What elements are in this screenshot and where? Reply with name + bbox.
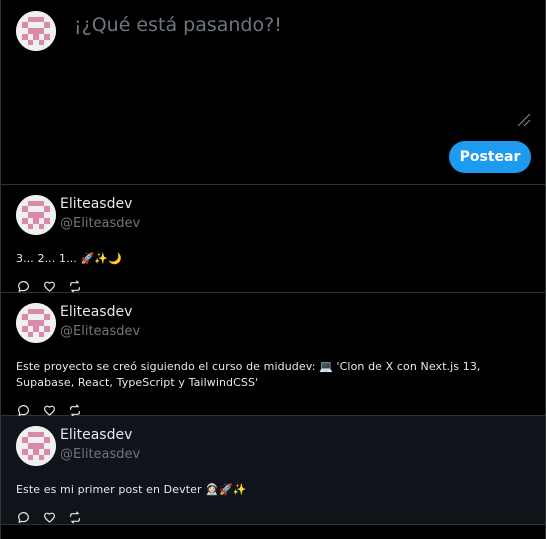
comment-button[interactable] (16, 510, 30, 524)
author-name[interactable]: Eliteasdev (60, 426, 140, 444)
heart-icon (43, 405, 55, 416)
author-handle[interactable]: @Eliteasdev (60, 446, 140, 464)
identicon-icon (16, 303, 56, 343)
post-actions (16, 279, 530, 293)
post-avatar[interactable] (16, 303, 56, 343)
post-avatar[interactable] (16, 426, 56, 466)
heart-icon (43, 281, 55, 292)
post-text: Este proyecto se creó siguiendo el curso… (16, 360, 481, 389)
post-actions (16, 510, 530, 524)
comment-icon (17, 404, 29, 416)
post-author: Eliteasdev @Eliteasdev (60, 426, 140, 464)
like-button[interactable] (42, 510, 56, 524)
post-item: Eliteasdev @Eliteasdev Este es mi primer… (1, 416, 545, 525)
repost-icon (70, 403, 80, 417)
post-textarea-placeholder: ¡¿Qué está pasando?! (74, 14, 282, 36)
post-avatar[interactable] (16, 195, 56, 235)
post-composer: ¡¿Qué está pasando?! Postear (1, 0, 545, 185)
comment-icon (17, 511, 29, 523)
post-author: Eliteasdev @Eliteasdev (60, 195, 140, 233)
author-name[interactable]: Eliteasdev (60, 195, 140, 213)
repost-button[interactable] (68, 279, 82, 293)
post-text: Este es mi primer post en Devter 👩🏻‍🚀🚀✨ (16, 483, 247, 496)
post-header: Eliteasdev @Eliteasdev (16, 195, 530, 235)
like-button[interactable] (42, 403, 56, 417)
like-button[interactable] (42, 279, 56, 293)
post-button[interactable]: Postear (449, 141, 531, 173)
repost-button[interactable] (68, 510, 82, 524)
identicon-icon (16, 195, 56, 235)
post-header: Eliteasdev @Eliteasdev (16, 426, 530, 466)
post-author: Eliteasdev @Eliteasdev (60, 303, 140, 341)
repost-button[interactable] (68, 403, 82, 417)
identicon-icon (16, 426, 56, 466)
author-handle[interactable]: @Eliteasdev (60, 215, 140, 233)
repost-icon (70, 279, 80, 293)
author-handle[interactable]: @Eliteasdev (60, 323, 140, 341)
post-item: Eliteasdev @Eliteasdev 3... 2... 1... 🚀✨… (1, 185, 545, 293)
comment-icon (17, 280, 29, 292)
resize-grip-icon[interactable] (515, 111, 531, 127)
identicon-icon (16, 11, 56, 51)
comment-button[interactable] (16, 403, 30, 417)
repost-icon (70, 510, 80, 524)
post-item: Eliteasdev @Eliteasdev Este proyecto se … (1, 293, 545, 417)
comment-button[interactable] (16, 279, 30, 293)
author-name[interactable]: Eliteasdev (60, 303, 140, 321)
post-textarea[interactable]: ¡¿Qué está pasando?! (74, 14, 532, 128)
heart-icon (43, 512, 55, 523)
app-window: ¡¿Qué está pasando?! Postear Eliteasdev … (0, 0, 546, 539)
post-text: 3... 2... 1... 🚀✨🌙 (16, 252, 122, 265)
post-header: Eliteasdev @Eliteasdev (16, 303, 530, 343)
user-avatar[interactable] (16, 11, 56, 51)
post-actions (16, 403, 530, 417)
